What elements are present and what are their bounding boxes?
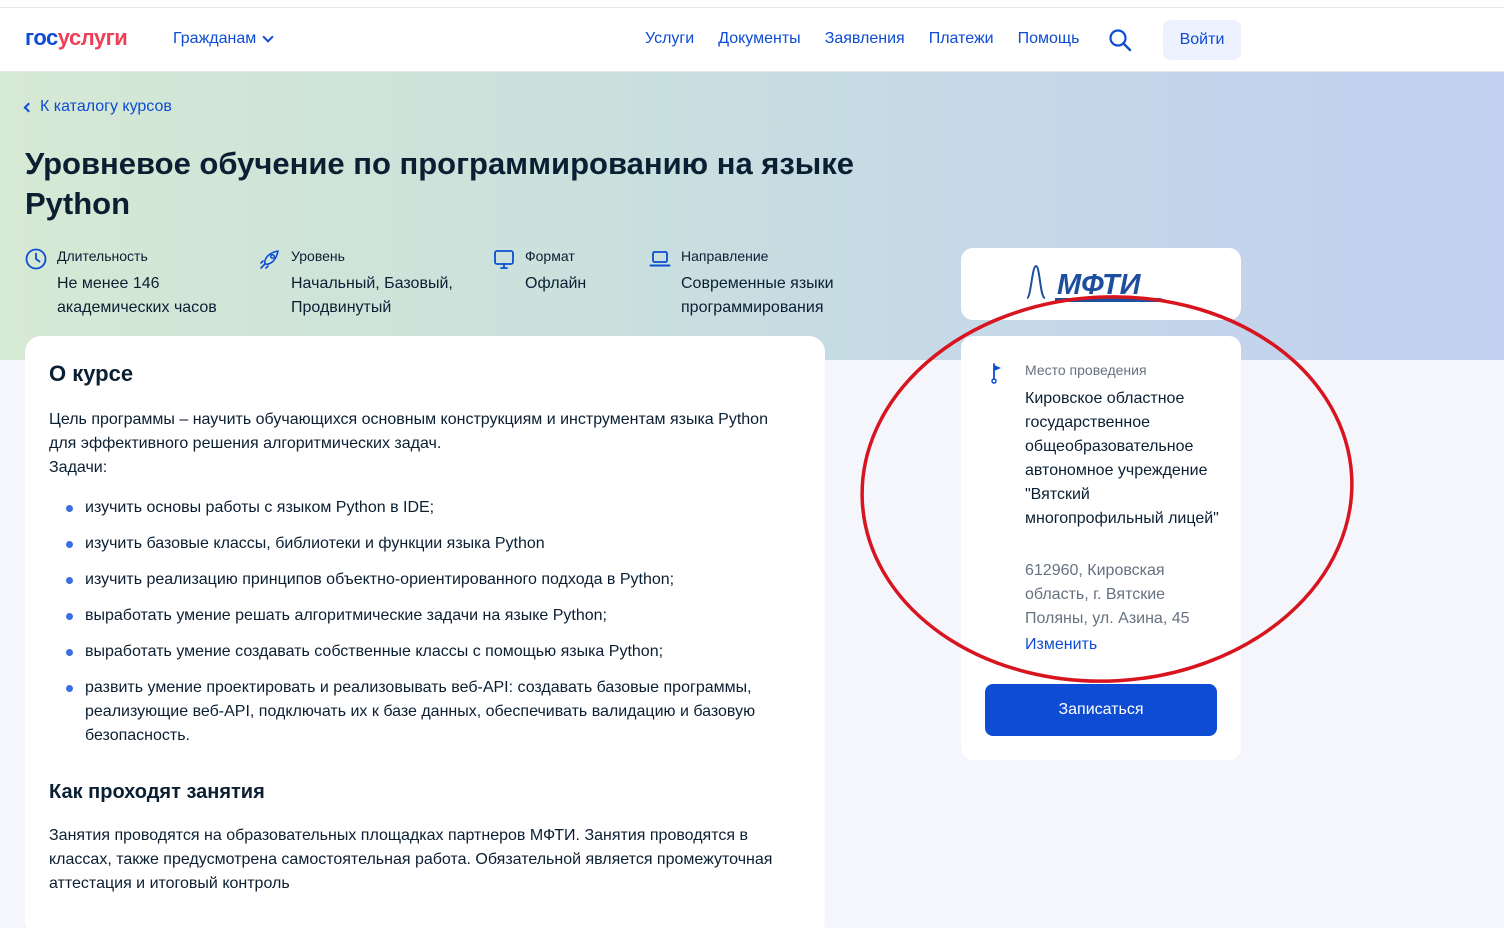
site-header: госуслуги Гражданам Услуги Документы Зая… xyxy=(0,8,1504,72)
chevron-down-icon xyxy=(262,31,274,43)
signup-button[interactable]: Записаться xyxy=(985,684,1217,736)
venue-address: 612960, Кировская область, г. Вятские По… xyxy=(1025,562,1190,627)
chevron-left-icon xyxy=(23,102,34,112)
venue-name: Кировское областное государственное обще… xyxy=(1025,390,1219,527)
list-item: выработать умение создавать собственные … xyxy=(49,640,789,664)
back-link-label: К каталогу курсов xyxy=(40,98,172,115)
nav-documents[interactable]: Документы xyxy=(718,30,800,48)
venue-label: Место проведения xyxy=(1025,362,1147,378)
bullet-icon xyxy=(66,649,73,656)
task-text: изучить реализацию принципов объектно-ор… xyxy=(85,571,675,588)
monitor-icon xyxy=(494,250,514,269)
page-title: Уровневое обучение по программированию н… xyxy=(25,146,855,221)
tasks-label: Задачи: xyxy=(49,459,108,476)
task-text: изучить базовые классы, библиотеки и фун… xyxy=(85,535,545,552)
course-goal: Цель программы – научить обучающихся осн… xyxy=(49,411,768,452)
clock-icon xyxy=(25,248,47,270)
nav-services[interactable]: Услуги xyxy=(645,30,694,48)
task-text: развить умение проектировать и реализовы… xyxy=(85,679,756,744)
nav-applications[interactable]: Заявления xyxy=(825,30,905,48)
laptop-icon xyxy=(649,251,671,267)
how-classes-text: Занятия проводятся на образовательных пл… xyxy=(49,827,773,892)
tasks-list: изучить основы работы с языком Python в … xyxy=(49,496,789,760)
task-text: выработать умение решать алгоритмические… xyxy=(85,607,607,624)
list-item: развить умение проектировать и реализовы… xyxy=(49,676,789,748)
mfti-logo: МФТИ xyxy=(1026,264,1173,302)
bullet-icon xyxy=(66,685,73,692)
bullet-icon xyxy=(66,577,73,584)
logo-part-1: гос xyxy=(25,25,58,50)
main-nav: Услуги Документы Заявления Платежи Помощ… xyxy=(645,30,1079,48)
meta-format-value: Офлайн xyxy=(525,275,587,292)
search-icon[interactable] xyxy=(1108,28,1132,52)
list-item: выработать умение решать алгоритмические… xyxy=(49,604,789,628)
task-text: изучить основы работы с языком Python в … xyxy=(85,499,435,516)
meta-duration-label: Длительность xyxy=(57,248,148,264)
meta-level-value: Начальный, Базовый, Продвинутый xyxy=(291,275,453,316)
meta-format-label: Формат xyxy=(525,248,575,264)
login-button[interactable]: Войти xyxy=(1163,20,1241,60)
meta-duration-value: Не менее 146 академических часов xyxy=(57,275,217,316)
change-venue-link[interactable]: Изменить xyxy=(1025,636,1097,654)
task-text: выработать умение создавать собственные … xyxy=(85,643,664,660)
top-strip xyxy=(0,0,1504,8)
bullet-icon xyxy=(66,505,73,512)
bullet-icon xyxy=(66,613,73,620)
meta-level-label: Уровень xyxy=(291,248,345,264)
list-item: изучить базовые классы, библиотеки и фун… xyxy=(49,532,789,556)
meta-direction-value: Современные языки программирования xyxy=(681,275,834,316)
how-classes-heading: Как проходят занятия xyxy=(49,781,265,803)
meta-direction-label: Направление xyxy=(681,248,769,264)
rocket-icon xyxy=(260,250,279,269)
audience-label: Гражданам xyxy=(173,30,257,47)
nav-payments[interactable]: Платежи xyxy=(929,30,994,48)
logo-part-2: услуги xyxy=(57,25,128,50)
list-item: изучить основы работы с языком Python в … xyxy=(49,496,789,520)
flag-icon xyxy=(991,363,1001,384)
about-heading: О курсе xyxy=(49,361,134,386)
nav-help[interactable]: Помощь xyxy=(1018,30,1080,48)
back-to-catalog-link[interactable]: К каталогу курсов xyxy=(23,98,172,116)
gosuslugi-logo[interactable]: госуслуги xyxy=(25,25,128,51)
list-item: изучить реализацию принципов объектно-ор… xyxy=(49,568,789,592)
mfti-logo-text: МФТИ xyxy=(1057,269,1142,301)
audience-selector[interactable]: Гражданам xyxy=(173,30,274,48)
bullet-icon xyxy=(66,541,73,548)
